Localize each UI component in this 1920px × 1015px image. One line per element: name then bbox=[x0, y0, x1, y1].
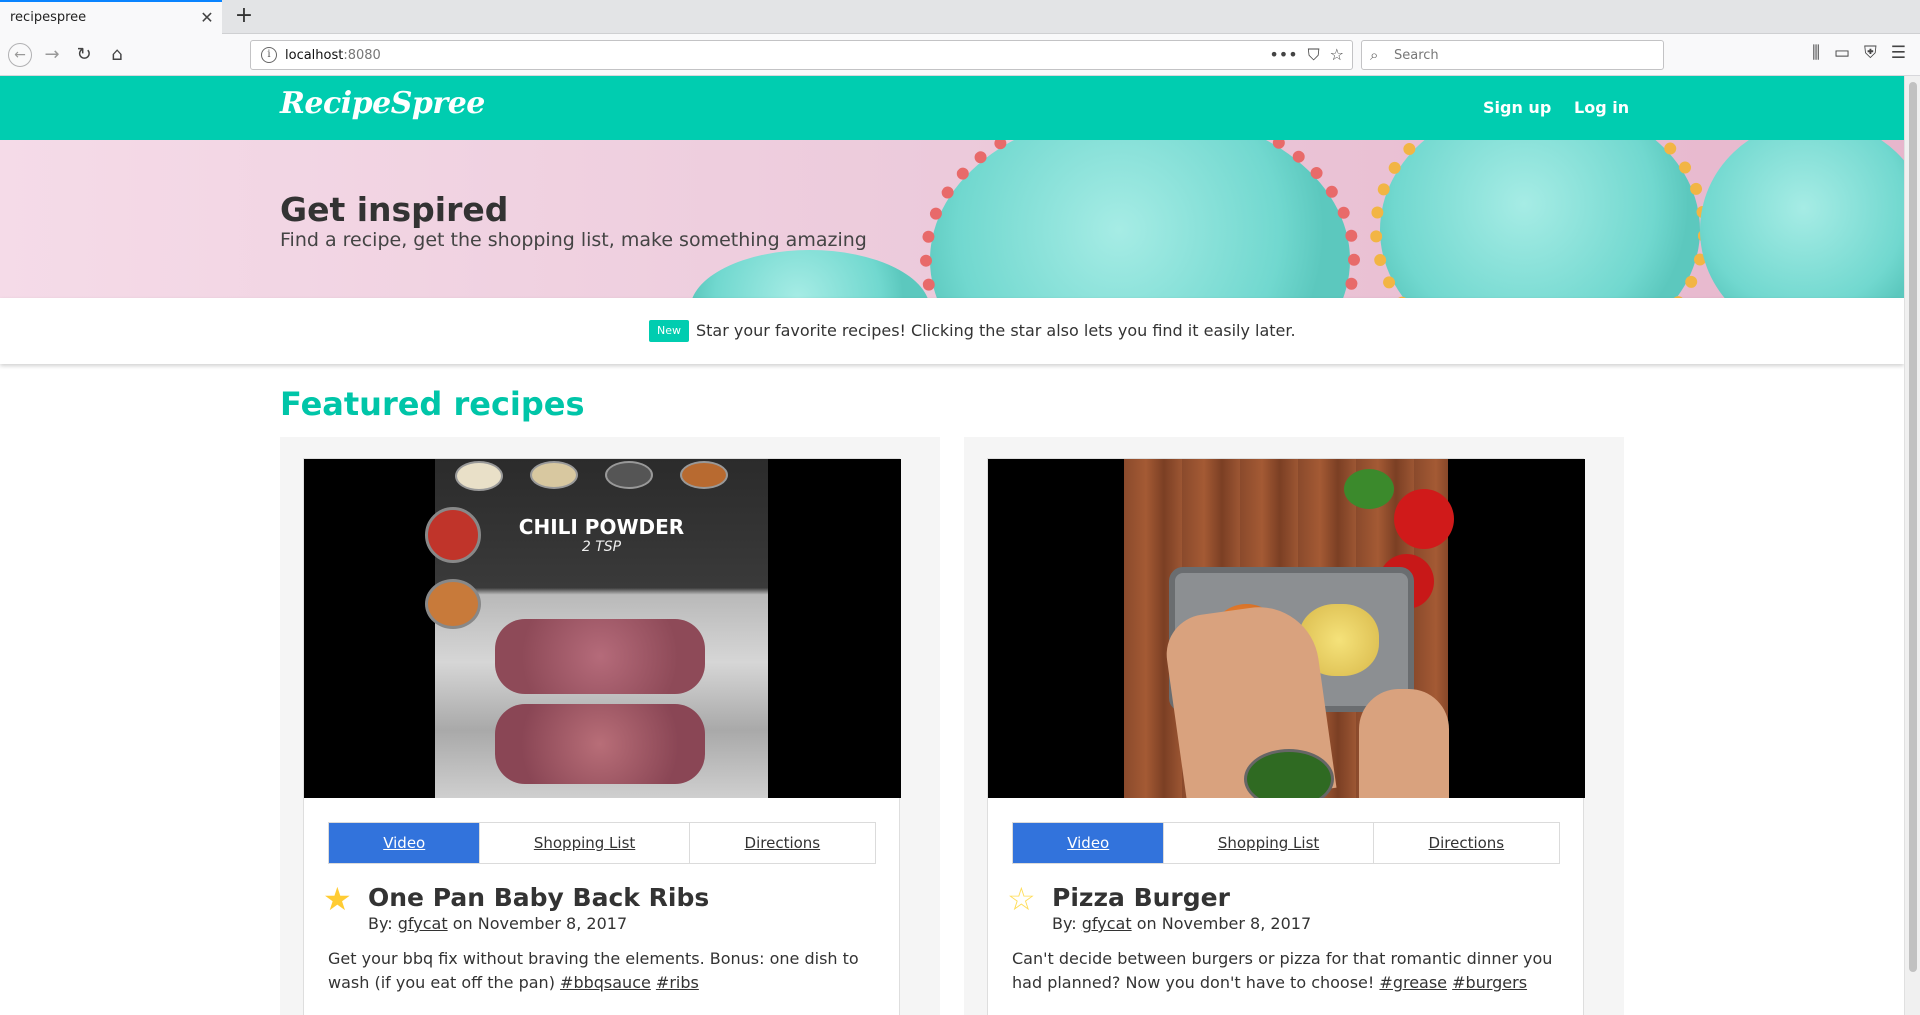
bookmark-star-icon[interactable]: ☆ bbox=[1330, 45, 1344, 65]
search-icon: ⌕ bbox=[1370, 46, 1379, 64]
tab-video[interactable]: Video bbox=[329, 823, 481, 863]
video-frame: CHILI POWDER 2 TSP bbox=[425, 459, 768, 798]
video-frame bbox=[1124, 459, 1454, 798]
recipe-card: CHILI POWDER 2 TSP Video Shopping List D… bbox=[280, 437, 940, 1015]
recipe-tabs: Video Shopping List Directions bbox=[328, 822, 876, 864]
new-tab-icon[interactable]: + bbox=[232, 4, 256, 28]
recipe-video[interactable] bbox=[988, 459, 1585, 798]
basil-image bbox=[1344, 469, 1394, 509]
forward-arrow-icon[interactable]: → bbox=[40, 43, 64, 67]
reload-icon[interactable]: ↻ bbox=[72, 43, 96, 67]
url-text[interactable]: localhost:8080 bbox=[285, 48, 381, 63]
signup-link[interactable]: Sign up bbox=[1483, 98, 1551, 117]
library-icon[interactable]: ⫼ bbox=[1812, 43, 1820, 63]
login-link[interactable]: Log in bbox=[1574, 98, 1629, 117]
recipe-tabs: Video Shopping List Directions bbox=[1012, 822, 1560, 864]
recipe-video[interactable]: CHILI POWDER 2 TSP bbox=[304, 459, 901, 798]
toolbar-right-icons: ⫼ ▭ ⛨ ☰ bbox=[1812, 43, 1906, 63]
browser-toolbar: ← → ↻ ⌂ i localhost:8080 ••• ⛉ ☆ ⌕ Searc… bbox=[0, 34, 1920, 76]
video-subcaption: 2 TSP bbox=[581, 539, 622, 555]
notice-bar: New Star your favorite recipes! Clicking… bbox=[0, 298, 1904, 364]
tab-shopping-list[interactable]: Shopping List bbox=[480, 823, 690, 863]
recipe-date: on November 8, 2017 bbox=[1131, 914, 1312, 933]
spice-bowl bbox=[605, 461, 653, 489]
spice-bowl bbox=[455, 461, 503, 491]
sidebar-icon[interactable]: ▭ bbox=[1834, 43, 1850, 63]
site-logo[interactable]: RecipeSpree bbox=[280, 86, 485, 121]
cupcake-image bbox=[1700, 140, 1904, 298]
featured-heading: Featured recipes bbox=[280, 385, 585, 423]
scrollbar-thumb[interactable] bbox=[1909, 82, 1917, 972]
recipe-description: Get your bbq fix without braving the ele… bbox=[328, 947, 888, 995]
url-port: :8080 bbox=[343, 48, 381, 63]
ribs-image bbox=[495, 619, 705, 694]
recipe-card: Video Shopping List Directions ☆ Pizza B… bbox=[964, 437, 1624, 1015]
tab-directions[interactable]: Directions bbox=[1374, 823, 1559, 863]
menu-icon[interactable]: ☰ bbox=[1891, 43, 1906, 63]
author-link[interactable]: gfycat bbox=[398, 914, 448, 933]
browser-tab[interactable]: recipespree ✕ bbox=[0, 0, 222, 34]
video-caption: CHILI POWDER bbox=[518, 515, 685, 539]
home-icon[interactable]: ⌂ bbox=[105, 43, 129, 67]
url-bar[interactable]: i localhost:8080 ••• ⛉ ☆ bbox=[250, 40, 1353, 70]
page-actions-icon[interactable]: ••• bbox=[1269, 45, 1297, 65]
spice-bowl bbox=[425, 579, 481, 629]
hero-banner: Get inspired Find a recipe, get the shop… bbox=[0, 140, 1904, 298]
recipe-date: on November 8, 2017 bbox=[447, 914, 628, 933]
search-placeholder: Search bbox=[1394, 48, 1439, 63]
recipe-title: One Pan Baby Back Ribs bbox=[368, 883, 710, 912]
by-prefix: By: bbox=[1052, 914, 1082, 933]
tag-link[interactable]: #bbqsauce bbox=[560, 973, 651, 992]
tag-link[interactable]: #burgers bbox=[1452, 973, 1527, 992]
recipe-card-body: CHILI POWDER 2 TSP Video Shopping List D… bbox=[303, 458, 901, 1015]
back-arrow-icon[interactable]: ← bbox=[8, 43, 32, 67]
sprinkles-decoration bbox=[920, 140, 1360, 298]
hero-subtitle: Find a recipe, get the shopping list, ma… bbox=[280, 229, 867, 251]
sprinkles-decoration bbox=[1370, 140, 1710, 298]
notice-text: Star your favorite recipes! Clicking the… bbox=[696, 321, 1296, 340]
hero-title: Get inspired bbox=[280, 190, 509, 229]
by-prefix: By: bbox=[368, 914, 398, 933]
tomato-image bbox=[1394, 489, 1454, 549]
spice-bowl bbox=[680, 461, 728, 489]
browser-tab-strip: recipespree ✕ + bbox=[0, 0, 1920, 34]
tab-directions[interactable]: Directions bbox=[690, 823, 875, 863]
url-host: localhost bbox=[285, 48, 344, 63]
star-outline-icon[interactable]: ☆ bbox=[1007, 882, 1036, 916]
browser-tab-title: recipespree bbox=[10, 10, 87, 25]
tag-link[interactable]: #grease bbox=[1379, 973, 1447, 992]
close-tab-icon[interactable]: ✕ bbox=[198, 9, 216, 27]
recipe-byline: By: gfycat on November 8, 2017 bbox=[1052, 914, 1311, 933]
tag-link[interactable]: #ribs bbox=[656, 973, 699, 992]
shield-icon[interactable]: ⛨ bbox=[1864, 43, 1877, 63]
browser-search-bar[interactable]: ⌕ Search bbox=[1361, 40, 1664, 70]
site-header: RecipeSpree Sign up Log in bbox=[0, 76, 1904, 140]
site-info-icon[interactable]: i bbox=[261, 47, 277, 63]
url-actions: ••• ⛉ ☆ bbox=[1269, 45, 1344, 65]
star-filled-icon[interactable]: ★ bbox=[323, 882, 352, 916]
recipe-description: Can't decide between burgers or pizza fo… bbox=[1012, 947, 1572, 995]
spice-bowl bbox=[530, 461, 578, 489]
new-badge: New bbox=[649, 320, 689, 342]
page-viewport: RecipeSpree Sign up Log in Get inspired … bbox=[0, 76, 1904, 1015]
pocket-icon[interactable]: ⛉ bbox=[1308, 45, 1320, 65]
hand-image bbox=[1359, 689, 1449, 798]
recipe-title: Pizza Burger bbox=[1052, 883, 1230, 912]
author-link[interactable]: gfycat bbox=[1082, 914, 1132, 933]
recipe-card-body: Video Shopping List Directions ☆ Pizza B… bbox=[987, 458, 1585, 1015]
recipe-byline: By: gfycat on November 8, 2017 bbox=[368, 914, 627, 933]
cupcake-image bbox=[690, 250, 930, 298]
tab-shopping-list[interactable]: Shopping List bbox=[1164, 823, 1374, 863]
ribs-image bbox=[495, 704, 705, 784]
page-scrollbar[interactable] bbox=[1904, 76, 1920, 1015]
tab-video[interactable]: Video bbox=[1013, 823, 1165, 863]
